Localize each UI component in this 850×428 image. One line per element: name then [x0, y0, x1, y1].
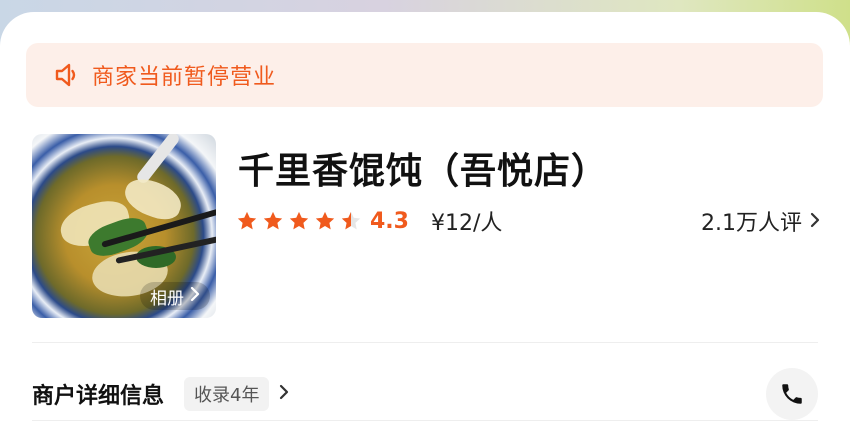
- star-icon: [289, 211, 309, 230]
- review-count: 2.1万人评: [701, 211, 802, 236]
- star-rating: [236, 210, 362, 232]
- album-button[interactable]: 相册: [140, 282, 210, 310]
- closed-notice-text: 商家当前暂停营业: [92, 65, 277, 90]
- shop-details-title: 商户详细信息: [32, 384, 165, 409]
- chevron-right-icon: [810, 209, 820, 234]
- average-price: ¥12/人: [430, 211, 503, 236]
- listed-years-badge: 收录4年: [184, 377, 270, 411]
- divider: [32, 420, 818, 421]
- phone-icon: [782, 384, 802, 404]
- chevron-right-icon: [190, 286, 200, 306]
- chevron-right-icon: [279, 384, 289, 404]
- rating-row: 4.3 ¥12/人 2.1万人评: [236, 204, 820, 238]
- star-icon: [315, 211, 335, 230]
- closed-notice-banner: 商家当前暂停营业: [26, 43, 823, 107]
- shop-card: 商家当前暂停营业 相册 千里香馄饨（吾悦店） 4.3 ¥12/人 2.1万人评 …: [0, 12, 850, 428]
- shop-name: 千里香馄饨（吾悦店）: [238, 151, 609, 192]
- speaker-icon: [52, 61, 80, 89]
- shop-details-row[interactable]: 商户详细信息 收录4年: [32, 362, 818, 426]
- star-icon: [237, 211, 257, 230]
- rating-score: 4.3: [370, 208, 409, 234]
- shop-thumbnail[interactable]: 相册: [32, 134, 216, 318]
- call-button[interactable]: [766, 368, 818, 420]
- star-icon: [263, 211, 283, 230]
- reviews-link[interactable]: 2.1万人评: [701, 205, 820, 237]
- album-label: 相册: [150, 288, 184, 309]
- half-star-icon: [341, 211, 361, 230]
- divider: [32, 342, 818, 343]
